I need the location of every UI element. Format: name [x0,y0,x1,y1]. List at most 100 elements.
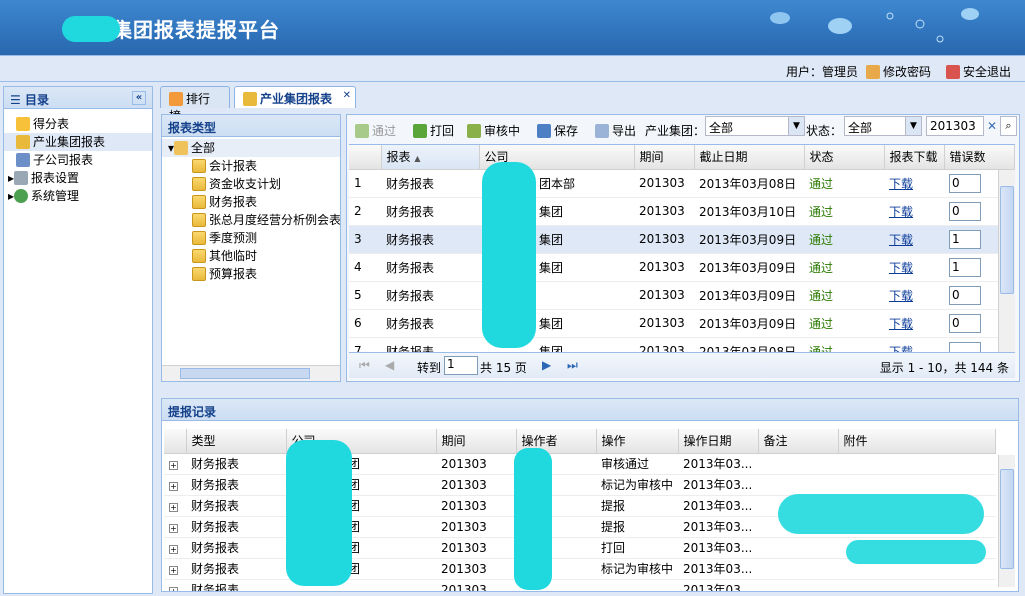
attachment-cell [838,453,996,475]
status-cell: 通过 [804,337,884,352]
error-count-input[interactable] [949,313,981,333]
col-type[interactable]: 类型 [186,429,287,454]
table-row[interactable]: 2 财务报表 集团 201303 2013年03月10日 通过 下载 [349,197,1015,226]
error-count-input[interactable] [949,229,981,249]
tree-root[interactable]: ▾ 全部 [162,139,340,157]
download-link[interactable]: 下载 [884,281,944,310]
operation-cell: 提报 [596,516,679,538]
col-period[interactable]: 期间 [436,429,517,454]
type-cell: 财务报表 [186,453,286,475]
chevron-down-icon: ▼ [788,117,804,135]
page-input[interactable]: 1 [444,356,478,375]
export-button[interactable]: 导出 [595,122,636,139]
row-number: 7 [349,337,381,352]
logout-link[interactable]: 安全退出 [946,63,1011,80]
collapse-icon[interactable]: « [132,91,146,105]
col-errors[interactable]: 错误数 [944,145,1015,170]
download-link[interactable]: 下载 [884,197,944,226]
clear-icon[interactable]: ✕ [984,116,1000,136]
type-cell: 财务报表 [186,537,286,559]
next-page-icon[interactable]: ▶ [542,358,551,372]
expand-icon[interactable]: + [164,558,186,580]
error-count-input[interactable] [949,257,981,277]
table-row[interactable]: 5 财务报表 201303 2013年03月09日 通过 下载 [349,281,1015,310]
vertical-scrollbar[interactable] [998,170,1015,352]
expand-icon[interactable]: + [164,474,186,496]
table-row[interactable]: 7 财务报表 集团 201303 2013年03月08日 通过 下载 [349,337,1015,352]
download-link[interactable]: 下载 [884,337,944,352]
expand-icon[interactable]: + [164,495,186,517]
note-cell [758,537,839,559]
close-icon[interactable]: ✕ [343,90,351,101]
redaction-mark [778,494,984,534]
reviewing-button[interactable]: 审核中 [467,122,520,139]
nav-item-report-settings[interactable]: ▸ 报表设置 [8,169,152,187]
approve-button[interactable]: 通过 [355,122,396,139]
table-row[interactable]: 4 财务报表 集团 201303 2013年03月09日 通过 下载 [349,253,1015,282]
search-icon[interactable]: ⌕ [1000,116,1017,136]
nav-item-subsidiary-report[interactable]: 子公司报表 [16,151,152,169]
col-op-date[interactable]: 操作日期 [678,429,759,454]
col-attachment[interactable]: 附件 [838,429,996,454]
col-deadline[interactable]: 截止日期 [694,145,805,170]
pen-icon [243,92,257,106]
list-icon: ☰ [10,93,21,107]
report-type-panel: 报表类型 ▾ 全部 会计报表 资金收支计划 财务报表 张总月度经营分析例会表 季度… [161,114,341,382]
report-cell: 财务报表 [381,197,479,226]
error-count-input[interactable] [949,201,981,221]
download-link[interactable]: 下载 [884,225,944,254]
col-note[interactable]: 备注 [758,429,839,454]
error-count-input[interactable] [949,285,981,305]
tree-item[interactable]: 财务报表 [168,193,340,211]
col-download[interactable]: 报表下载 [884,145,945,170]
download-link[interactable]: 下载 [884,309,944,338]
return-button[interactable]: 打回 [413,122,454,139]
expand-icon[interactable]: + [164,579,186,591]
tree-item[interactable]: 张总月度经营分析例会表 [168,211,340,229]
nav-item-system-admin[interactable]: ▸ 系统管理 [8,187,152,205]
period-input[interactable]: 201303 [926,116,984,136]
col-expander [164,429,187,454]
table-row[interactable]: 6 财务报表 集团 201303 2013年03月09日 通过 下载 [349,309,1015,338]
report-type-header: 报表类型 [162,115,340,137]
first-page-icon[interactable]: ⏮ [359,358,370,373]
save-button[interactable]: 保存 [537,122,578,139]
tree-item[interactable]: 其他临时 [168,247,340,265]
tab-industry-report[interactable]: 产业集团报表 ✕ [234,86,356,108]
change-password-link[interactable]: 修改密码 [866,63,931,80]
star-icon [16,117,30,131]
tree-item[interactable]: 季度预测 [168,229,340,247]
nav-item-industry-report[interactable]: 产业集团报表 [4,133,152,151]
table-row[interactable]: + 财务报表 201303 2013年03... [164,579,996,591]
tree-item[interactable]: 资金收支计划 [168,175,340,193]
row-number: 4 [349,253,381,282]
prev-page-icon[interactable]: ◀ [385,358,394,372]
col-status[interactable]: 状态 [804,145,885,170]
last-page-icon[interactable]: ⏭ [567,358,578,373]
expand-icon[interactable]: + [164,516,186,538]
expand-icon[interactable]: + [164,453,186,475]
tree-item[interactable]: 会计报表 [168,157,340,175]
op-date-cell: 2013年03... [678,516,759,538]
download-link[interactable]: 下载 [884,253,944,282]
status-cell: 通过 [804,169,884,198]
tab-ranking[interactable]: 排行榜 [160,86,230,123]
group-select[interactable]: 全部 ▼ [705,116,805,136]
operation-cell: 打回 [596,537,679,559]
col-operation[interactable]: 操作 [596,429,679,454]
tree-item[interactable]: 预算报表 [168,265,340,283]
error-count-input[interactable] [949,341,981,352]
col-report[interactable]: 报表 ▲ [381,145,480,170]
expand-icon[interactable]: + [164,537,186,559]
download-link[interactable]: 下载 [884,169,944,198]
nav-item-score[interactable]: 得分表 [16,115,152,133]
horizontal-scrollbar[interactable] [162,365,340,381]
period-cell: 201303 [436,516,516,538]
table-row[interactable]: 3 财务报表 集团 201303 2013年03月09日 通过 下载 [349,225,1015,254]
records-vertical-scrollbar[interactable] [998,455,1015,587]
status-select[interactable]: 全部 ▼ [844,116,922,136]
col-period[interactable]: 期间 [634,145,695,170]
op-date-cell: 2013年03... [678,558,759,580]
table-row[interactable]: 1 财务报表 团本部 201303 2013年03月08日 通过 下载 [349,169,1015,198]
error-count-input[interactable] [949,173,981,193]
